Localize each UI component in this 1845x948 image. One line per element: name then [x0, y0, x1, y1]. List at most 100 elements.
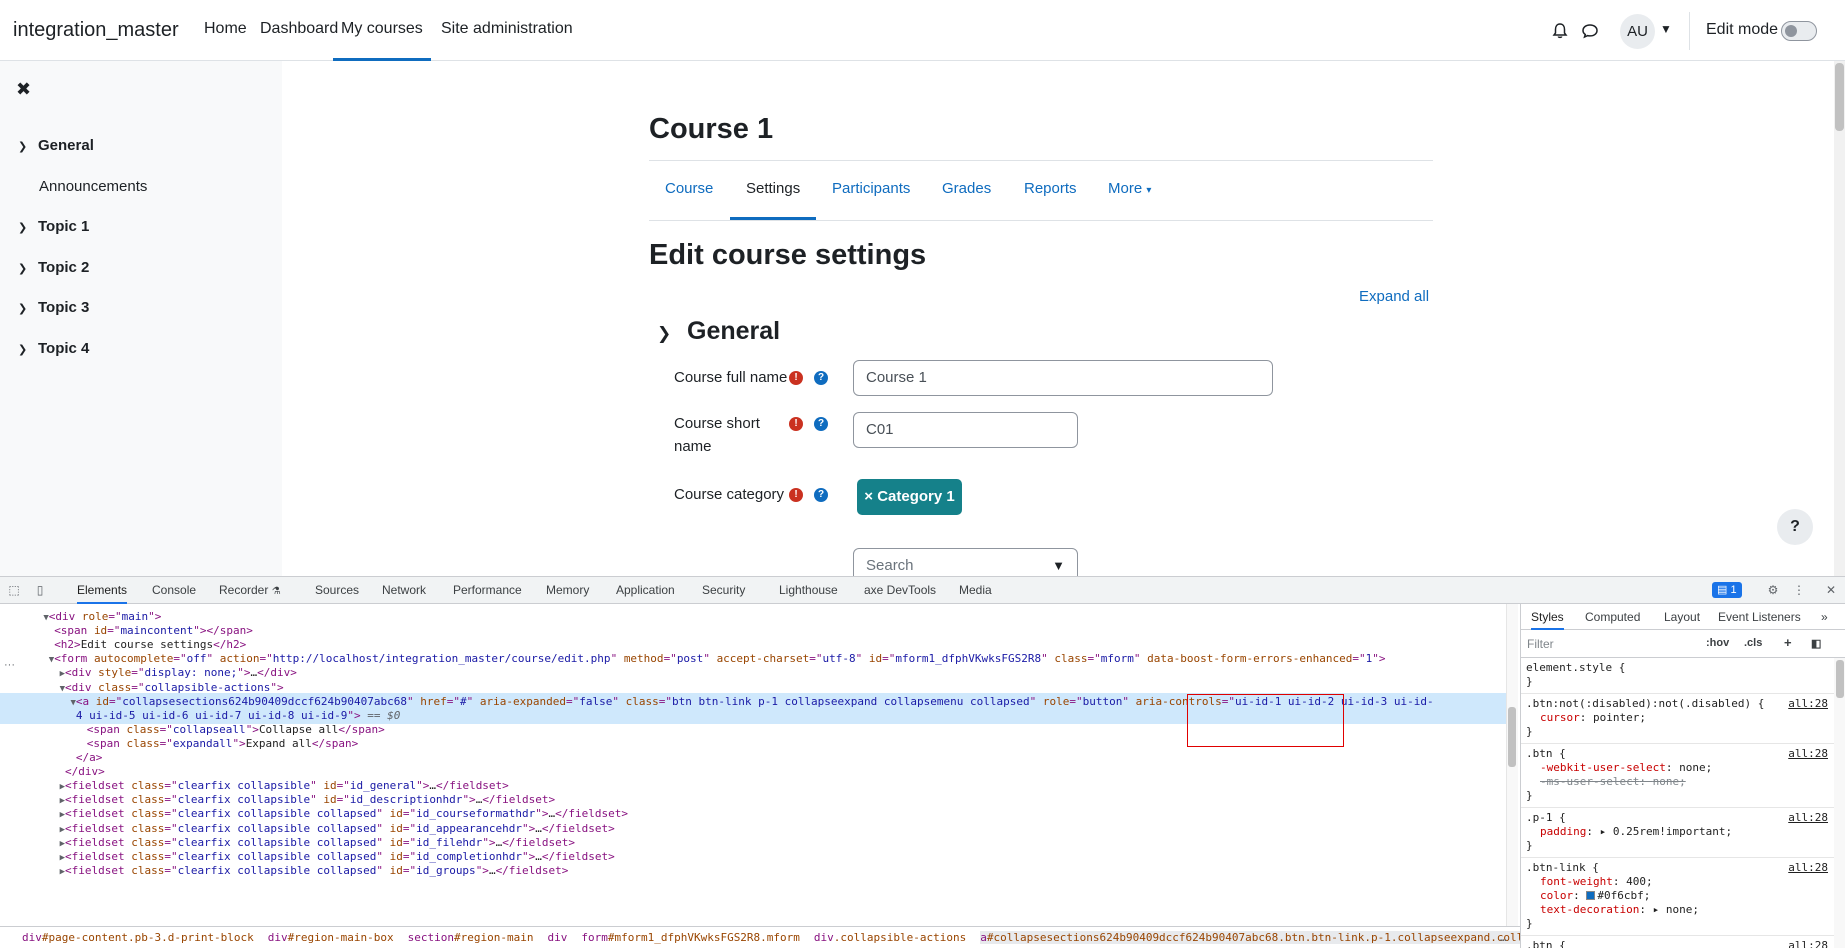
settings-gear-icon[interactable]: ⚙: [1766, 583, 1780, 597]
hover-state-button[interactable]: :hov: [1706, 637, 1729, 649]
help-icon[interactable]: ?: [814, 488, 828, 502]
shortname-input[interactable]: C01: [853, 412, 1078, 448]
issues-badge[interactable]: ▤ 1: [1712, 582, 1742, 598]
user-menu-chevron-down-icon[interactable]: ▼: [1660, 22, 1672, 36]
user-avatar[interactable]: AU: [1620, 14, 1655, 49]
devtools-tab-console[interactable]: Console: [152, 583, 196, 597]
page-scrollbar-thumb[interactable]: [1835, 63, 1844, 131]
breadcrumb-item[interactable]: div#page-content.pb-3.d-print-block: [22, 931, 254, 944]
inspect-element-icon[interactable]: ⬚: [7, 583, 21, 597]
help-icon[interactable]: ?: [814, 417, 828, 431]
course-index-section-general[interactable]: ❯ General: [18, 137, 94, 154]
css-source-link[interactable]: all:28: [1788, 861, 1828, 875]
category-search-select[interactable]: Search ▼: [853, 548, 1078, 576]
breadcrumb-item[interactable]: div.collapsible-actions: [814, 931, 966, 944]
nav-my-courses[interactable]: My courses: [333, 20, 431, 61]
edit-mode-toggle[interactable]: [1781, 21, 1817, 41]
styles-tab-layout[interactable]: Layout: [1664, 610, 1700, 624]
nav-dashboard[interactable]: Dashboard: [260, 20, 338, 38]
css-rule[interactable]: .btn {all:28: [1521, 936, 1834, 948]
color-swatch-icon[interactable]: [1586, 891, 1596, 900]
css-declaration[interactable]: cursor: pointer;: [1526, 711, 1830, 725]
css-rule[interactable]: element.style {}: [1521, 658, 1834, 694]
fullname-input[interactable]: Course 1: [853, 360, 1273, 396]
breadcrumb-item[interactable]: section#region-main: [408, 931, 534, 944]
secondary-nav-course[interactable]: Course: [665, 180, 713, 197]
styles-tab-event-listeners[interactable]: Event Listeners: [1718, 610, 1801, 624]
add-rule-icon[interactable]: +: [1784, 635, 1792, 650]
secondary-nav-more[interactable]: More ▾: [1108, 180, 1151, 197]
dom-token: clearfix collapsible: [177, 779, 311, 793]
devtools-tab-media[interactable]: Media: [959, 583, 992, 597]
site-brand[interactable]: integration_master: [13, 19, 179, 42]
styles-filter-input[interactable]: Filter: [1527, 637, 1554, 651]
css-declaration[interactable]: padding: ▸ 0.25rem!important;: [1526, 825, 1830, 839]
devtools-tab-security[interactable]: Security: [702, 583, 745, 597]
course-index-section-topic-3[interactable]: ❯ Topic 3: [18, 299, 89, 316]
devtools-tab-recorder[interactable]: Recorder ⚗: [219, 583, 281, 597]
css-source-link[interactable]: all:28: [1788, 811, 1828, 825]
css-source-link[interactable]: all:28: [1788, 747, 1828, 761]
device-toolbar-icon[interactable]: ▯: [33, 583, 47, 597]
css-declaration[interactable]: -ms-user-select: none;: [1526, 775, 1830, 789]
dom-expand-toggle[interactable]: ▶: [0, 867, 65, 877]
general-section-header[interactable]: ❯ General: [657, 317, 780, 346]
page-scrollbar-track[interactable]: [1834, 61, 1845, 576]
css-source-link[interactable]: all:28: [1788, 697, 1828, 711]
dom-node-menu-icon[interactable]: ···: [4, 659, 15, 671]
devtools-tab-lighthouse[interactable]: Lighthouse: [779, 583, 838, 597]
secondary-nav-reports[interactable]: Reports: [1024, 180, 1077, 197]
styles-scrollbar-track[interactable]: [1834, 658, 1845, 948]
styles-tab-styles[interactable]: Styles: [1531, 610, 1564, 630]
css-source-link[interactable]: all:28: [1788, 939, 1828, 948]
dom-token: id_courseformathdr: [416, 807, 536, 821]
devtools-tab-network[interactable]: Network: [382, 583, 426, 597]
course-index-section-topic-1[interactable]: ❯ Topic 1: [18, 218, 89, 235]
dom-node-line[interactable]: ▶<fieldset class="clearfix collapsible c…: [0, 862, 1506, 879]
devtools-tab-application[interactable]: Application: [616, 583, 675, 597]
more-tabs-icon[interactable]: »: [1821, 610, 1828, 624]
dom-token: ": [407, 694, 421, 708]
devtools-tab-axe[interactable]: axe DevTools: [864, 583, 936, 597]
css-rule[interactable]: .p-1 {all:28 padding: ▸ 0.25rem!important…: [1521, 808, 1834, 858]
more-options-icon[interactable]: ⋮: [1792, 583, 1806, 597]
dom-token: id_filehdr: [416, 835, 483, 849]
devtools-tab-sources[interactable]: Sources: [315, 583, 359, 597]
messages-chat-icon[interactable]: [1580, 21, 1600, 41]
course-index-item-announcements[interactable]: Announcements: [39, 178, 147, 195]
devtools-tab-memory[interactable]: Memory: [546, 583, 589, 597]
class-toggle-button[interactable]: .cls: [1744, 637, 1762, 649]
nav-home[interactable]: Home: [204, 20, 247, 38]
nav-site-administration[interactable]: Site administration: [441, 20, 573, 38]
category-badge[interactable]: × Category 1: [857, 479, 962, 515]
devtools-tab-performance[interactable]: Performance: [453, 583, 522, 597]
help-icon[interactable]: ?: [814, 371, 828, 385]
css-rule[interactable]: .btn:not(:disabled):not(.disabled) {all:…: [1521, 694, 1834, 744]
secondary-nav-grades[interactable]: Grades: [942, 180, 991, 197]
css-declaration[interactable]: -webkit-user-select: none;: [1526, 761, 1830, 775]
breadcrumb-item[interactable]: a#collapsesections624b90409dccf624b90407…: [980, 931, 1520, 944]
css-declaration[interactable]: font-weight: 400;: [1526, 875, 1830, 889]
styles-scrollbar-thumb[interactable]: [1836, 660, 1844, 698]
devtools-tab-elements[interactable]: Elements: [77, 583, 128, 604]
breadcrumb-more[interactable]: …: [1500, 927, 1507, 948]
breadcrumb-item[interactable]: form#mform1_dfphVKwksFGS2R8.mform: [581, 931, 800, 944]
course-index-section-topic-2[interactable]: ❯ Topic 2: [18, 259, 89, 276]
expand-all-link[interactable]: Expand all: [1359, 288, 1429, 305]
css-rule[interactable]: .btn {all:28 -webkit-user-select: none; -m…: [1521, 744, 1834, 808]
css-rule[interactable]: .btn-link {all:28 font-weight: 400; color:…: [1521, 858, 1834, 936]
close-devtools-icon[interactable]: ✕: [1824, 583, 1838, 597]
footer-help-button[interactable]: ?: [1777, 509, 1813, 545]
secondary-nav-settings[interactable]: Settings: [730, 180, 817, 220]
css-declaration[interactable]: text-decoration: ▸ none;: [1526, 903, 1830, 917]
close-drawer-icon[interactable]: ✖: [16, 79, 31, 100]
css-declaration[interactable]: color: #0f6cbf;: [1526, 889, 1830, 903]
breadcrumb-item[interactable]: div#region-main-box: [268, 931, 394, 944]
secondary-nav-participants[interactable]: Participants: [832, 180, 910, 197]
breadcrumb-item[interactable]: div: [547, 931, 567, 944]
dom-scrollbar-thumb[interactable]: [1508, 707, 1516, 767]
toggle-sidebar-icon[interactable]: ◧: [1811, 637, 1821, 650]
styles-tab-computed[interactable]: Computed: [1585, 610, 1640, 624]
course-index-section-topic-4[interactable]: ❯ Topic 4: [18, 340, 89, 357]
notifications-bell-icon[interactable]: [1550, 21, 1570, 41]
